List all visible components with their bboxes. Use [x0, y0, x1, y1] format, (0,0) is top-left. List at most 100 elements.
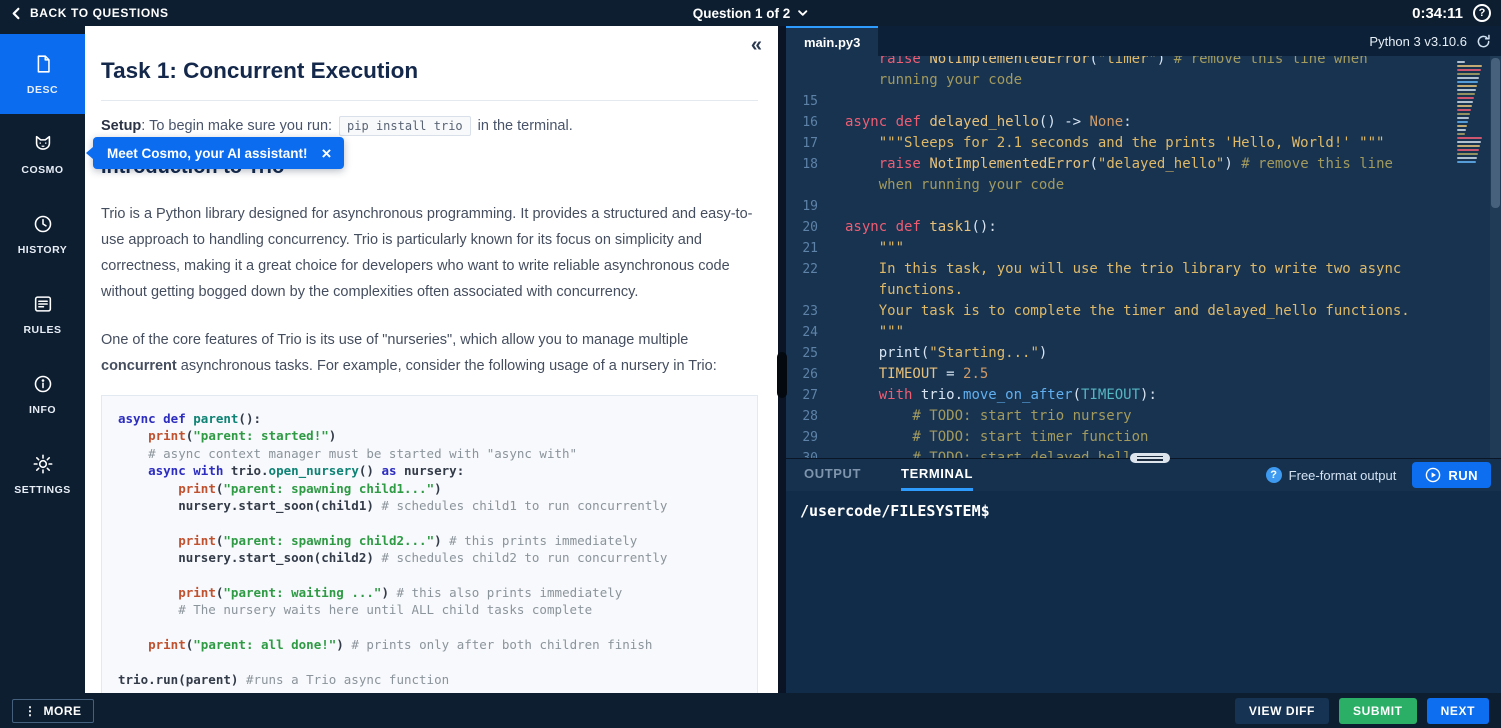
description-code-line: [118, 653, 741, 670]
editor-code-row[interactable]: 19: [786, 196, 1501, 217]
line-number: 19: [786, 196, 818, 217]
sidebar-item-desc[interactable]: DESC: [0, 34, 85, 114]
tab-terminal[interactable]: TERMINAL: [901, 459, 973, 491]
next-button[interactable]: NEXT: [1427, 698, 1489, 724]
chevron-left-icon: [10, 7, 23, 20]
terminal-prompt: /usercode/FILESYSTEM$: [800, 502, 990, 520]
question-nav-dropdown[interactable]: Question 1 of 2: [693, 6, 809, 21]
description-code-line: async def parent():: [118, 410, 741, 427]
sidebar-item-label: HISTORY: [18, 244, 68, 256]
editor-code-row[interactable]: 16async def delayed_hello() -> None:: [786, 112, 1501, 133]
nursery-paragraph: One of the core features of Trio is its …: [101, 327, 758, 379]
minimap[interactable]: [1457, 61, 1485, 163]
editor-code-row[interactable]: 18 raise NotImplementedError("delayed_he…: [786, 154, 1501, 175]
reset-code-icon[interactable]: [1476, 34, 1491, 49]
editor-code-row[interactable]: 26 TIMEOUT = 2.5: [786, 364, 1501, 385]
line-number: 29: [786, 427, 818, 448]
more-button[interactable]: ⋮ MORE: [12, 699, 94, 723]
line-number: 23: [786, 301, 818, 322]
line-number: 30: [786, 448, 818, 458]
app: BACK TO QUESTIONS Question 1 of 2 0:34:1…: [0, 0, 1501, 728]
line-number: 21: [786, 238, 818, 259]
cosmo-tooltip: Meet Cosmo, your AI assistant! ×: [93, 137, 344, 169]
editor-code-row[interactable]: 28 # TODO: start trio nursery: [786, 406, 1501, 427]
code-editor[interactable]: raise NotImplementedError("timer") # rem…: [786, 56, 1501, 458]
info-icon: [32, 373, 54, 395]
line-number: 22: [786, 259, 818, 280]
back-to-questions-button[interactable]: BACK TO QUESTIONS: [10, 6, 169, 20]
editor-code-row[interactable]: 15: [786, 91, 1501, 112]
panel-resize-handle[interactable]: [1130, 453, 1170, 463]
description-panel: « Task 1: Concurrent Execution Setup: To…: [85, 26, 778, 693]
editor-code-row[interactable]: 23 Your task is to complete the timer an…: [786, 301, 1501, 322]
description-code-line: print("parent: waiting ...") # this also…: [118, 584, 741, 601]
editor-code-row[interactable]: running your code: [786, 70, 1501, 91]
sidebar-item-cosmo[interactable]: COSMO: [0, 114, 85, 194]
editor-code-row[interactable]: 17 """Sleeps for 2.1 seconds and the pri…: [786, 133, 1501, 154]
document-icon: [32, 53, 54, 75]
setup-inline-code: pip install trio: [339, 116, 471, 136]
sidebar-item-label: SETTINGS: [14, 484, 71, 496]
line-number: 25: [786, 343, 818, 364]
sidebar-item-label: RULES: [23, 324, 61, 336]
terminal[interactable]: /usercode/FILESYSTEM$: [786, 491, 1501, 693]
outbar-right: ? Free-format output RUN: [1266, 459, 1501, 491]
editor-tabbar: main.py3 Python 3 v3.10.6: [786, 26, 1501, 56]
main-area: DESC COSMO HISTORY RULES INFO SETTINGS: [0, 26, 1501, 693]
output-tabbar: OUTPUT TERMINAL ? Free-format output RUN: [786, 458, 1501, 491]
sidebar-item-label: COSMO: [21, 164, 63, 176]
editor-code-row[interactable]: functions.: [786, 280, 1501, 301]
tab-output[interactable]: OUTPUT: [804, 459, 861, 491]
description-code-block: async def parent(): print("parent: start…: [101, 395, 758, 693]
free-format-output[interactable]: ? Free-format output: [1266, 467, 1397, 483]
line-number: [786, 70, 818, 91]
close-icon[interactable]: ×: [322, 145, 332, 162]
runtime-info: Python 3 v3.10.6: [1369, 26, 1501, 56]
sidebar-item-info[interactable]: INFO: [0, 354, 85, 434]
editor-scrollbar-thumb[interactable]: [1491, 58, 1500, 208]
sidebar-item-history[interactable]: HISTORY: [0, 194, 85, 274]
description-code-line: async with trio.open_nursery() as nurser…: [118, 462, 741, 479]
editor-code-row[interactable]: raise NotImplementedError("timer") # rem…: [786, 56, 1501, 70]
chevron-down-icon: [797, 9, 808, 17]
editor-scrollbar[interactable]: [1490, 56, 1501, 458]
runtime-label: Python 3 v3.10.6: [1369, 34, 1467, 49]
sidebar-item-settings[interactable]: SETTINGS: [0, 434, 85, 514]
collapse-panel-icon[interactable]: «: [751, 34, 762, 57]
description-code-line: [118, 567, 741, 584]
editor-code-row[interactable]: 29 # TODO: start timer function: [786, 427, 1501, 448]
run-button[interactable]: RUN: [1412, 462, 1491, 488]
question-label: Question 1 of 2: [693, 6, 791, 21]
run-label: RUN: [1448, 468, 1478, 483]
editor-code-row[interactable]: 25 print("Starting..."): [786, 343, 1501, 364]
editor-code-row[interactable]: 24 """: [786, 322, 1501, 343]
view-diff-button[interactable]: VIEW DIFF: [1235, 698, 1329, 724]
cosmo-tooltip-text: Meet Cosmo, your AI assistant!: [107, 146, 308, 161]
intro-paragraph: Trio is a Python library designed for as…: [101, 201, 758, 305]
setup-text-after: in the terminal.: [478, 118, 573, 134]
timer: 0:34:11: [1412, 5, 1463, 22]
sidebar: DESC COSMO HISTORY RULES INFO SETTINGS: [0, 26, 85, 693]
editor-code-row[interactable]: 27 with trio.move_on_after(TIMEOUT):: [786, 385, 1501, 406]
description-code-line: [118, 619, 741, 636]
bottombar-right: VIEW DIFF SUBMIT NEXT: [1235, 698, 1489, 724]
bottombar: ⋮ MORE VIEW DIFF SUBMIT NEXT: [0, 693, 1501, 728]
editor-code-row[interactable]: when running your code: [786, 175, 1501, 196]
title-divider: [101, 100, 758, 101]
help-icon[interactable]: ?: [1473, 4, 1491, 22]
editor-code-row[interactable]: 22 In this task, you will use the trio l…: [786, 259, 1501, 280]
back-label: BACK TO QUESTIONS: [30, 6, 169, 20]
topbar-right: 0:34:11 ?: [1412, 4, 1491, 22]
tab-main-py3[interactable]: main.py3: [786, 26, 878, 56]
free-format-label: Free-format output: [1289, 468, 1397, 483]
line-number: [786, 56, 818, 70]
nursery-text-bold: concurrent: [101, 358, 177, 374]
question-circle-icon: ?: [1266, 467, 1282, 483]
description-code-line: # The nursery waits here until ALL child…: [118, 601, 741, 618]
panel-vertical-divider[interactable]: [778, 26, 786, 693]
play-icon: [1425, 467, 1441, 483]
editor-code-row[interactable]: 21 """: [786, 238, 1501, 259]
sidebar-item-rules[interactable]: RULES: [0, 274, 85, 354]
editor-code-row[interactable]: 20async def task1():: [786, 217, 1501, 238]
submit-button[interactable]: SUBMIT: [1339, 698, 1417, 724]
